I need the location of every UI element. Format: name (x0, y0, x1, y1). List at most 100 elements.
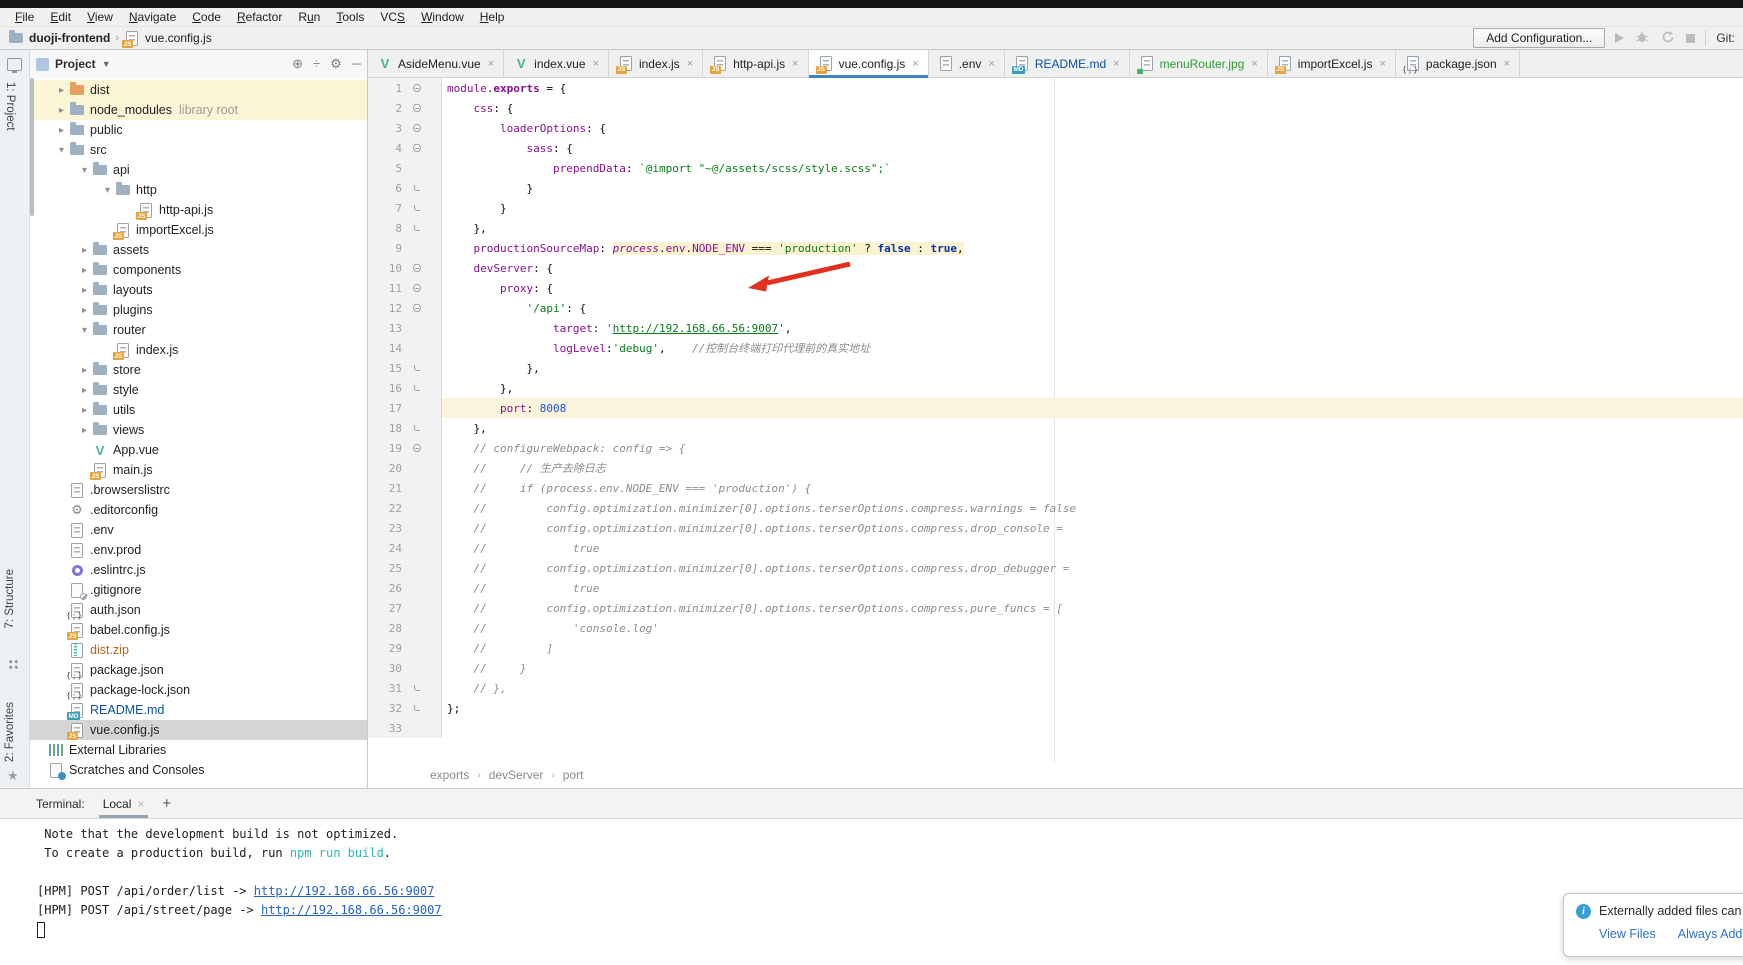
editor-tab-menurouter-jpg[interactable]: menuRouter.jpg× (1130, 50, 1268, 77)
close-icon[interactable]: × (912, 58, 918, 70)
tree-item-scratches-and-consoles[interactable]: Scratches and Consoles (30, 760, 367, 780)
chevron-right-icon[interactable]: ▸ (77, 365, 92, 376)
tree-item-http[interactable]: ▾http (30, 180, 367, 200)
tree-item-vue-config-js[interactable]: JSvue.config.js (30, 720, 367, 740)
tree-item-assets[interactable]: ▸assets (30, 240, 367, 260)
tree-item-style[interactable]: ▸style (30, 380, 367, 400)
breadcrumb-file[interactable]: vue.config.js (145, 31, 212, 45)
editor-tab-asidemenu-vue[interactable]: VAsideMenu.vue× (368, 50, 504, 77)
stop-icon[interactable] (1686, 34, 1695, 43)
menu-run[interactable]: Run (291, 9, 327, 25)
tree-item--eslintrc-js[interactable]: .eslintrc.js (30, 560, 367, 580)
tree-item--gitignore[interactable]: .gitignore (30, 580, 367, 600)
menu-navigate[interactable]: Navigate (122, 9, 183, 25)
editor-tab--env[interactable]: .env× (929, 50, 1005, 77)
editor-tab-importexcel-js[interactable]: JSimportExcel.js× (1268, 50, 1396, 77)
tree-item--editorconfig[interactable]: ⚙.editorconfig (30, 500, 367, 520)
tree-item-auth-json[interactable]: {﹔}auth.json (30, 600, 367, 620)
close-icon[interactable]: × (137, 797, 144, 811)
fold-marker[interactable] (402, 104, 432, 112)
close-icon[interactable]: × (488, 58, 494, 70)
new-terminal-icon[interactable]: + (162, 795, 171, 812)
tool-window-button-project[interactable]: 1: Project (4, 82, 16, 131)
tree-item-app-vue[interactable]: VApp.vue (30, 440, 367, 460)
chevron-down-icon[interactable]: ▾ (100, 185, 115, 196)
fold-marker[interactable] (402, 365, 432, 371)
tree-item-main-js[interactable]: JSmain.js (30, 460, 367, 480)
close-icon[interactable]: × (1251, 58, 1257, 70)
tree-item-router[interactable]: ▾router (30, 320, 367, 340)
close-icon[interactable]: × (988, 58, 994, 70)
menu-vcs[interactable]: VCS (373, 9, 412, 25)
notification-link-view-files[interactable]: View Files (1599, 927, 1656, 941)
add-configuration-button[interactable]: Add Configuration... (1473, 28, 1605, 48)
editor-breadcrumb-devserver[interactable]: devServer (489, 768, 544, 782)
tree-item-babel-config-js[interactable]: JSbabel.config.js (30, 620, 367, 640)
menu-window[interactable]: Window (414, 9, 471, 25)
tree-item-src[interactable]: ▾src (30, 140, 367, 160)
tree-item-package-lock-json[interactable]: {﹔}package-lock.json (30, 680, 367, 700)
chevron-down-icon[interactable]: ▾ (77, 325, 92, 336)
menu-view[interactable]: View (80, 9, 120, 25)
run-icon[interactable] (1615, 33, 1624, 43)
tool-window-quick-access-icon[interactable] (7, 58, 22, 71)
editor-tab-http-api-js[interactable]: JShttp-api.js× (703, 50, 808, 77)
close-icon[interactable]: × (687, 58, 693, 70)
tree-item-views[interactable]: ▸views (30, 420, 367, 440)
notification-link-always-add[interactable]: Always Add (1678, 927, 1743, 941)
settings-gear-icon[interactable]: ⚙ (330, 56, 342, 72)
tree-item-http-api-js[interactable]: JShttp-api.js (30, 200, 367, 220)
tree-item-readme-md[interactable]: MDREADME.md (30, 700, 367, 720)
favorites-star-icon[interactable]: ★ (7, 768, 19, 784)
code-editor[interactable]: 1module.exports = {2 css: {3 loaderOptio… (368, 78, 1743, 762)
menu-refactor[interactable]: Refactor (230, 9, 289, 25)
terminal-output[interactable]: Note that the development build is not o… (0, 819, 1743, 965)
tree-item-api[interactable]: ▾api (30, 160, 367, 180)
tree-item-store[interactable]: ▸store (30, 360, 367, 380)
editor-tab-vue-config-js[interactable]: JSvue.config.js× (809, 50, 929, 77)
chevron-down-icon[interactable]: ▼ (102, 59, 111, 69)
fold-marker[interactable] (402, 425, 432, 431)
chevron-right-icon[interactable]: ▸ (77, 425, 92, 436)
fold-marker[interactable] (402, 685, 432, 691)
tree-item-node-modules[interactable]: ▸node_moduleslibrary root (30, 100, 367, 120)
project-panel-title[interactable]: Project (55, 57, 96, 71)
tree-item-public[interactable]: ▸public (30, 120, 367, 140)
tool-window-grid-icon[interactable] (8, 659, 19, 670)
chevron-right-icon[interactable]: ▸ (77, 265, 92, 276)
editor-tab-readme-md[interactable]: MDREADME.md× (1005, 50, 1130, 77)
menu-tools[interactable]: Tools (329, 9, 371, 25)
close-icon[interactable]: × (593, 58, 599, 70)
close-icon[interactable]: × (792, 58, 798, 70)
terminal-tab-local[interactable]: Local × (99, 789, 149, 818)
menu-edit[interactable]: Edit (43, 9, 78, 25)
menu-code[interactable]: Code (185, 9, 228, 25)
tree-item-package-json[interactable]: {﹔}package.json (30, 660, 367, 680)
chevron-right-icon[interactable]: ▸ (77, 385, 92, 396)
chevron-down-icon[interactable]: ▾ (77, 165, 92, 176)
editor-tab-index-vue[interactable]: Vindex.vue× (504, 50, 609, 77)
fold-marker[interactable] (402, 264, 432, 272)
editor-breadcrumb-exports[interactable]: exports (430, 768, 469, 782)
close-icon[interactable]: × (1113, 58, 1119, 70)
editor-tab-index-js[interactable]: JSindex.js× (609, 50, 703, 77)
debug-icon[interactable] (1634, 30, 1650, 47)
tree-item-layouts[interactable]: ▸layouts (30, 280, 367, 300)
fold-marker[interactable] (402, 124, 432, 132)
chevron-right-icon[interactable]: ▸ (54, 125, 69, 136)
chevron-right-icon[interactable]: ▸ (54, 85, 69, 96)
close-icon[interactable]: × (1504, 58, 1510, 70)
fold-marker[interactable] (402, 84, 432, 92)
fold-marker[interactable] (402, 304, 432, 312)
tree-item-dist[interactable]: ▸dist (30, 80, 367, 100)
menu-help[interactable]: Help (473, 9, 512, 25)
hide-panel-icon[interactable]: ─ (352, 56, 361, 72)
chevron-down-icon[interactable]: ▾ (54, 145, 69, 156)
tree-item-external-libraries[interactable]: External Libraries (30, 740, 367, 760)
chevron-right-icon[interactable]: ▸ (77, 245, 92, 256)
git-widget-label[interactable]: Git: (1716, 31, 1735, 45)
tree-item--browserslistrc[interactable]: .browserslistrc (30, 480, 367, 500)
fold-marker[interactable] (402, 444, 432, 452)
close-icon[interactable]: × (1379, 58, 1385, 70)
tool-window-button-favorites[interactable]: 2: Favorites (4, 702, 16, 762)
